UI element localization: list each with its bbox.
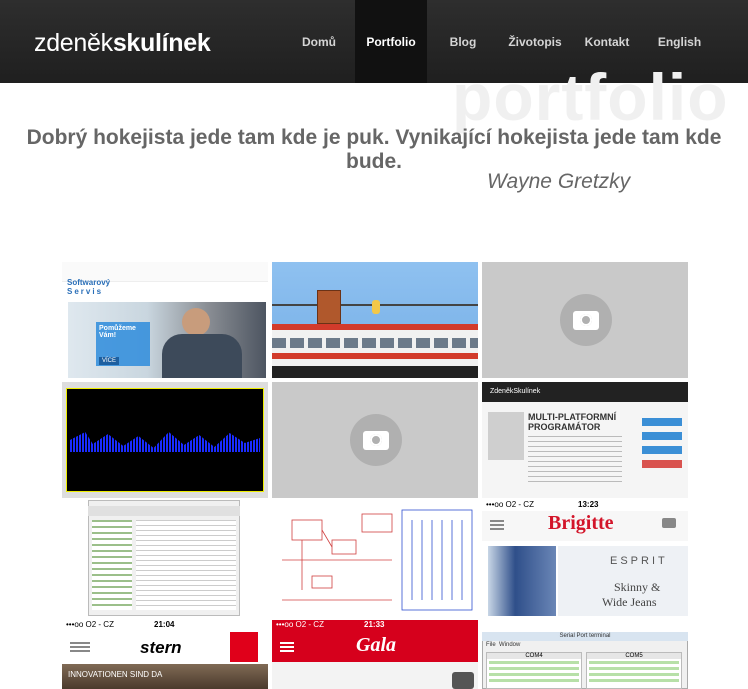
logo-first-name: zdeněk bbox=[34, 29, 113, 57]
ad-brand: ESPRIT bbox=[610, 555, 668, 567]
article-headline: INNOVATIONEN SIND DA bbox=[68, 670, 163, 679]
portfolio-item-signal-plot[interactable] bbox=[62, 382, 268, 498]
hamburger-icon[interactable] bbox=[490, 520, 504, 530]
text-lines bbox=[528, 436, 622, 486]
mini-site-logo: ZdeněkSkulínek bbox=[482, 382, 688, 402]
comment-icon[interactable] bbox=[662, 518, 676, 528]
heading-line-1: MULTI-PLATFORMNÍ bbox=[528, 412, 617, 422]
hamburger-icon[interactable] bbox=[280, 642, 294, 652]
status-carrier: •••oo O2 - CZ bbox=[66, 620, 114, 629]
button-3 bbox=[642, 446, 682, 454]
button-2 bbox=[642, 432, 682, 440]
stern-logo: stern bbox=[140, 638, 182, 657]
status-time: 21:04 bbox=[154, 620, 175, 629]
status-carrier: •••oo O2 - CZ bbox=[276, 620, 324, 629]
status-carrier: •••oo O2 - CZ bbox=[486, 500, 534, 509]
portfolio-item-placeholder-2[interactable] bbox=[272, 382, 478, 498]
portfolio-item-personal-site[interactable]: ZdeněkSkulínek MULTI-PLATFORMNÍ PROGRAMÁ… bbox=[482, 382, 688, 498]
com-panel-2-log bbox=[589, 661, 679, 683]
schematic-drawing bbox=[282, 509, 473, 611]
chimney bbox=[317, 290, 341, 324]
portfolio-item-serial-terminal[interactable]: Serial Port terminal File Window COM4 CO… bbox=[482, 632, 688, 689]
hamburger-icon[interactable] bbox=[70, 642, 90, 652]
logo-last-name: skulínek bbox=[112, 29, 211, 57]
brigitte-logo: Brigitte bbox=[548, 512, 614, 534]
status-time: 13:23 bbox=[578, 500, 599, 509]
portfolio-item-train-game[interactable] bbox=[272, 262, 478, 378]
more-button[interactable]: VÍCE bbox=[99, 357, 120, 365]
terminal-title: Serial Port terminal bbox=[482, 632, 688, 641]
ad-line-2: Wide Jeans bbox=[602, 595, 657, 609]
share-icon[interactable] bbox=[452, 672, 474, 689]
ide-tree bbox=[92, 520, 132, 610]
game-character bbox=[372, 300, 380, 314]
brand-line-2: Servis bbox=[67, 287, 104, 296]
portfolio-item-gala-app[interactable]: •••oo O2 - CZ 21:33 Gala bbox=[272, 620, 478, 689]
ide-toolbar bbox=[88, 506, 240, 516]
stern-star-badge bbox=[230, 632, 258, 662]
quote-author: Wayne Gretzky bbox=[487, 170, 631, 193]
portfolio-item-placeholder-1[interactable] bbox=[482, 262, 688, 378]
button-1 bbox=[642, 418, 682, 426]
jeans-photo bbox=[488, 546, 556, 616]
hero-headline: Pomůžeme Vám! bbox=[99, 325, 136, 339]
brand-line-1: Softwarový bbox=[67, 278, 111, 287]
heading-line-2: PROGRAMÁTOR bbox=[528, 422, 601, 432]
button-4 bbox=[642, 460, 682, 468]
com-panel-1-title: COM4 bbox=[487, 653, 581, 659]
mini-site-heading: MULTI-PLATFORMNÍ PROGRAMÁTOR bbox=[528, 412, 616, 432]
train-windows bbox=[272, 338, 478, 348]
ad-line-1: Skinny & bbox=[614, 580, 661, 594]
portfolio-item-schematic[interactable] bbox=[272, 500, 478, 616]
gala-logo: Gala bbox=[356, 634, 396, 656]
nav-home[interactable]: Domů bbox=[294, 0, 344, 83]
rails bbox=[272, 366, 478, 378]
train-stripe bbox=[272, 353, 478, 359]
com-panel-1-log bbox=[489, 661, 579, 683]
menu-window[interactable]: Window bbox=[499, 642, 520, 648]
gala-content bbox=[272, 662, 478, 689]
quote-text: Dobrý hokejista jede tam kde je puk. Vyn… bbox=[26, 126, 722, 173]
ide-editor bbox=[136, 520, 236, 610]
portfolio-item-brigitte-app[interactable]: •••oo O2 - CZ 13:23 Brigitte ESPRIT Skin… bbox=[482, 500, 688, 616]
com-panel-2: COM5 bbox=[586, 652, 682, 689]
camera-icon bbox=[350, 414, 402, 466]
camera-icon bbox=[560, 294, 612, 346]
person-head bbox=[182, 308, 210, 336]
portfolio-item-ide[interactable] bbox=[62, 500, 268, 616]
brand-logo: Softwarový Servis bbox=[67, 278, 110, 296]
terminal-menu: File Window bbox=[486, 642, 520, 648]
profile-photo bbox=[488, 412, 524, 460]
com-panel-1: COM4 bbox=[486, 652, 582, 689]
com-panel-2-title: COM5 bbox=[587, 653, 681, 659]
person-body bbox=[162, 334, 242, 378]
menu-file[interactable]: File bbox=[486, 642, 496, 648]
site-logo[interactable]: zdeněkskulínek bbox=[34, 29, 211, 58]
status-time: 21:33 bbox=[364, 620, 385, 629]
portfolio-item-stern-app[interactable]: •••oo O2 - CZ 21:04 stern INNOVATIONEN S… bbox=[62, 620, 268, 689]
portfolio-item-softwarovy-servis[interactable]: Softwarový Servis Pomůžeme Vám! VÍCE bbox=[62, 262, 268, 378]
portfolio-watermark: portfolio bbox=[452, 60, 729, 134]
nav-portfolio[interactable]: Portfolio bbox=[355, 0, 427, 83]
hero-box: Pomůžeme Vám! VÍCE bbox=[96, 322, 150, 366]
